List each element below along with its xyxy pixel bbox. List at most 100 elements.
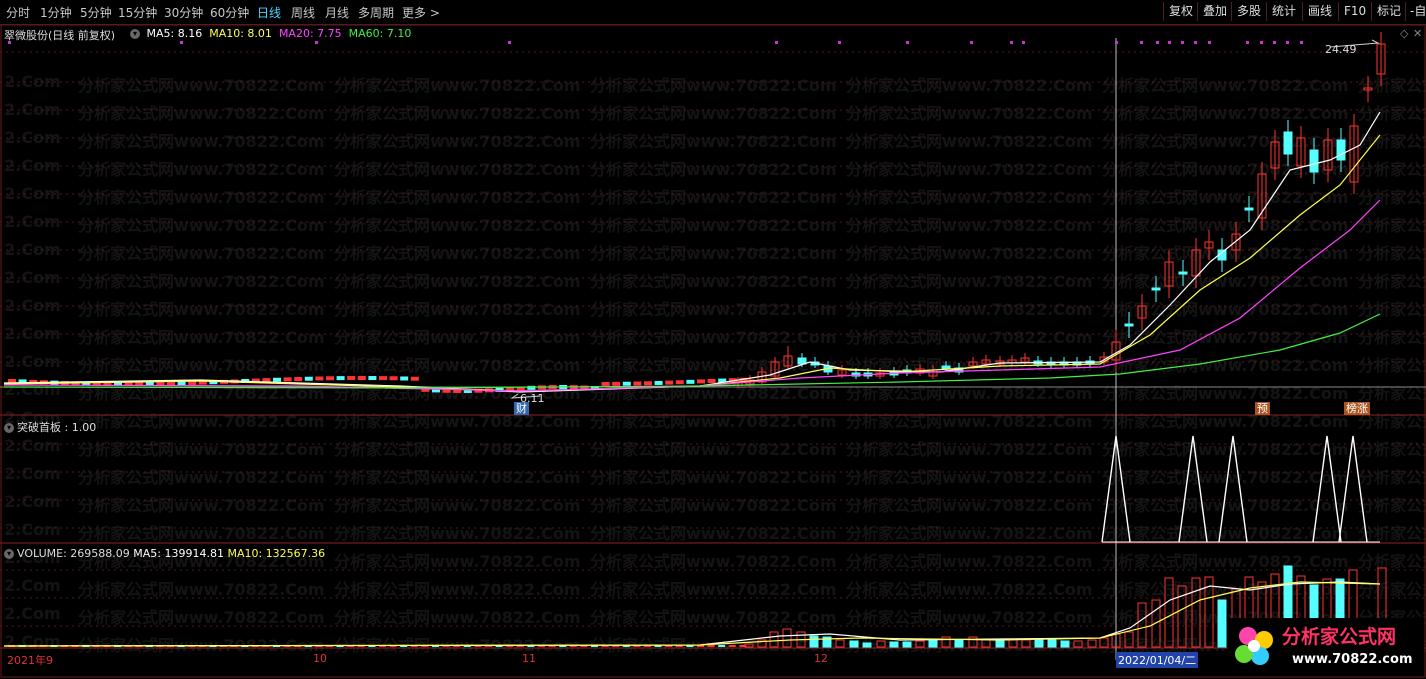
candle [410,376,419,381]
candle [357,376,366,380]
volume-bar [876,640,886,648]
cursor-date-label: 2022/01/04/二 [1116,652,1199,668]
volume-bar [1217,599,1227,648]
volume-bar [1060,640,1070,648]
candle [633,381,642,386]
signal-spike [1338,435,1368,543]
finance-badge[interactable]: 财 [514,402,529,415]
x-label-dec: 12 [814,652,828,665]
ma5-label: MA5: 8.16 [146,27,203,40]
x-label-sep: 2021年9 [7,654,53,667]
volume-bar [1021,639,1031,648]
x-label-oct: 10 [313,652,327,665]
volume-bar [889,641,899,648]
volume-bar [1099,637,1109,648]
candle [389,376,398,381]
candle [304,376,313,381]
event-marker [1156,41,1159,44]
ma10-line [3,134,1381,392]
candle [707,378,716,383]
volume-label: VOLUME: 269588.09 [17,547,130,560]
candle [283,377,292,382]
candle [1124,323,1134,327]
volume-bar [1137,602,1147,648]
event-marker [1168,41,1171,44]
ma60-label: MA60: 7.10 [348,27,412,40]
signal-spike [1312,435,1342,543]
indicator-legend: ▾ 突破首板 : 1.00 [4,419,96,435]
volume-bar [1191,577,1201,648]
volume-bar [782,628,792,648]
volume-bar [1034,639,1044,648]
flower-logo-icon [1235,627,1273,665]
candle [315,376,324,381]
collapse-icon[interactable]: ▾ [4,423,14,433]
volume-bar [835,639,845,648]
diamond-icon[interactable]: ◇ [1400,27,1408,40]
collapse-icon[interactable]: ▾ [130,29,140,39]
event-marker [970,41,973,44]
volume-bar [968,636,978,648]
kline-chart[interactable] [0,0,1426,679]
candle [644,381,652,386]
candle [601,381,610,386]
close-icon[interactable]: ✕ [1413,27,1422,40]
event-marker [180,41,183,44]
event-marker [508,41,511,44]
candle [326,376,334,381]
stock-title: 翠微股份(日线 前复权) [4,29,116,42]
ma10-label: MA10: 8.01 [209,27,272,40]
event-marker [1022,41,1025,44]
signal-spike [1218,435,1248,543]
candle [368,376,377,381]
ma-legend: ▾ MA5: 8.16 MA10: 8.01 MA20: 7.75 MA60: … [130,27,411,40]
volume-legend: ▾ VOLUME: 269588.09 MA5: 139914.81 MA10: … [4,547,325,560]
collapse-icon[interactable]: ▾ [4,549,14,559]
event-marker [1273,41,1276,44]
candle [1309,149,1319,173]
volume-ma10-line [3,581,1381,647]
site-logo: 分析家公式网 www.70822.com [1228,618,1424,676]
volume-bar [1047,639,1057,648]
candle [336,376,345,381]
x-label-nov: 11 [522,652,536,665]
ma20-label: MA20: 7.75 [278,27,342,40]
signal-spike [1178,435,1208,543]
event-marker [1260,41,1263,44]
indicator-label: 突破首板 : 1.00 [17,421,97,434]
volume-bar [1073,640,1083,648]
ranking-badge[interactable]: 榜涨 [1344,402,1370,415]
event-marker [1140,41,1143,44]
volume-bar [1164,577,1174,648]
logo-title: 分析家公式网 [1282,626,1397,648]
candle [294,377,303,382]
candle [400,376,409,381]
forecast-badge[interactable]: 预 [1255,402,1270,415]
event-marker [1286,41,1289,44]
candle [1244,207,1254,211]
volume-bar [981,639,991,648]
candle [273,377,281,382]
event-marker [1181,41,1184,44]
candle [379,376,387,381]
chart-frame [0,24,1426,678]
event-marker [775,41,778,44]
volume-bar [1008,639,1018,648]
event-marker [315,41,318,44]
high-price-label: 24.49 [1325,43,1357,56]
candle [1178,271,1188,275]
volume-bar [769,631,779,648]
candle [622,381,631,386]
candle [675,380,684,385]
event-marker [1208,41,1211,44]
ma5-line [3,111,1381,393]
logo-url: www.70822.com [1292,652,1413,667]
volume-bar [728,645,736,647]
event-marker [1115,41,1118,44]
volume-ma5-label: MA5: 139914.81 [133,547,224,560]
candle [347,376,356,381]
volume-bar [862,642,872,648]
candle [167,381,175,386]
volume-bar [902,641,912,648]
volume-bar [941,636,951,648]
